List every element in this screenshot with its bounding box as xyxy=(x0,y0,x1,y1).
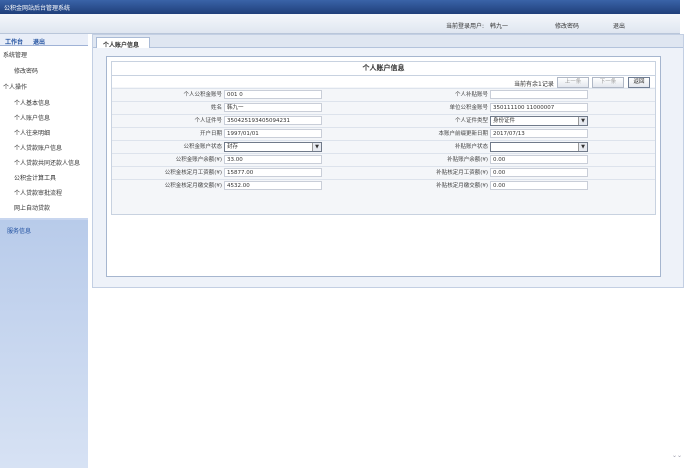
back-button[interactable]: 返回 xyxy=(628,77,650,88)
logout-link[interactable]: 退出 xyxy=(613,21,625,30)
main-panel: 个人账户信息 当前有余1记录 上一条 下一条 返回 个人公积金账号 001 0 … xyxy=(106,56,661,277)
field-label: 个人补贴账号 xyxy=(454,92,488,98)
sidebar: 工作台 退出 系统管理 修改密码 个人操作 个人基本信息 个人账户信息 个人往来… xyxy=(0,34,88,468)
sidebar-item-system[interactable]: 系统管理 xyxy=(3,50,27,59)
top-bar: 当前登录用户: 韩九一 修改密码 退出 xyxy=(0,14,680,34)
form-row: 公积金账户状态 封存 ▼ 补贴账户状态 ▼ xyxy=(112,140,655,153)
form-row: 个人公积金账号 001 0 个人补贴账号 xyxy=(112,88,655,101)
name-field[interactable]: 韩九一 xyxy=(224,103,322,112)
id-type-value: 身份证件 xyxy=(493,118,516,124)
app-title: 公积金网站后台管理系统 xyxy=(4,5,71,12)
field-label: 补贴核定月缴交额(¥) xyxy=(436,183,488,189)
form-row: 公积金核定月工资额(¥) 15877.00 补贴核定月工资额(¥) 0.00 xyxy=(112,166,655,179)
workbench-link[interactable]: 工作台 xyxy=(5,37,23,46)
field-label: 个人公积金账号 xyxy=(183,92,222,98)
field-label: 个人证件号 xyxy=(194,118,222,124)
fund-status-value: 封存 xyxy=(227,144,239,150)
sidebar-item-loan-account[interactable]: 个人贷款账户信息 xyxy=(14,143,62,152)
record-nav: 当前有余1记录 上一条 下一条 返回 xyxy=(112,76,655,88)
subsidy-monthly-wage-field[interactable]: 0.00 xyxy=(490,168,588,177)
sidebar-item-loan-approval[interactable]: 个人贷款审批流程 xyxy=(14,188,62,197)
sidebar-item-transactions[interactable]: 个人往来明细 xyxy=(14,128,50,137)
field-label: 补贴账户状态 xyxy=(454,144,488,150)
id-type-select[interactable]: 身份证件 ▼ xyxy=(490,116,588,126)
sidebar-logout-link[interactable]: 退出 xyxy=(33,37,45,46)
account-info-form: 个人账户信息 当前有余1记录 上一条 下一条 返回 个人公积金账号 001 0 … xyxy=(111,61,656,215)
sidebar-item-personal[interactable]: 个人操作 xyxy=(3,82,27,91)
id-number-field[interactable]: 350425193405094231 xyxy=(224,116,322,125)
prev-button[interactable]: 上一条 xyxy=(557,77,589,88)
window-titlebar: 公积金网站后台管理系统 xyxy=(0,0,680,14)
sidebar-item-account-info[interactable]: 个人账户信息 xyxy=(14,113,50,122)
form-row: 个人证件号 350425193405094231 个人证件类型 身份证件 ▼ xyxy=(112,114,655,127)
subsidy-monthly-payment-field[interactable]: 0.00 xyxy=(490,181,588,190)
tab-label: 个人账户信息 xyxy=(103,42,140,49)
field-label: 单位公积金账号 xyxy=(449,105,488,111)
field-label: 公积金账户状态 xyxy=(183,144,222,150)
field-label: 补贴账户余额(¥) xyxy=(447,157,488,163)
change-password-link[interactable]: 修改密码 xyxy=(555,21,579,30)
sidebar-item-basic-info[interactable]: 个人基本信息 xyxy=(14,98,50,107)
field-label: 开户日期 xyxy=(199,131,222,137)
chevron-down-icon[interactable]: ⌄⌄ xyxy=(672,452,682,459)
sidebar-item-co-borrower[interactable]: 个人贷款共同还款人信息 xyxy=(14,158,80,167)
field-label: 公积金账户余额(¥) xyxy=(175,157,222,163)
fund-monthly-wage-field[interactable]: 15877.00 xyxy=(224,168,322,177)
form-row: 开户日期 1997/01/01 本账户前缀更新日期 2017/07/13 xyxy=(112,127,655,140)
field-label: 姓名 xyxy=(210,105,222,111)
fund-monthly-payment-field[interactable]: 4532.00 xyxy=(224,181,322,190)
update-date-field[interactable]: 2017/07/13 xyxy=(490,129,588,138)
sidebar-footer: 服务信息 xyxy=(0,220,88,468)
form-title: 个人账户信息 xyxy=(112,62,655,76)
next-button[interactable]: 下一条 xyxy=(592,77,624,88)
fund-status-select[interactable]: 封存 ▼ xyxy=(224,142,322,152)
tab-account-info[interactable]: 个人账户信息 xyxy=(96,37,150,49)
chevron-down-icon: ▼ xyxy=(578,143,587,151)
form-row: 公积金账户余额(¥) 33.00 补贴账户余额(¥) 0.00 xyxy=(112,153,655,166)
sidebar-header: 工作台 退出 xyxy=(0,34,88,46)
service-info-link[interactable]: 服务信息 xyxy=(7,226,31,235)
field-label: 本账户前缀更新日期 xyxy=(438,131,488,137)
subsidy-balance-field[interactable]: 0.00 xyxy=(490,155,588,164)
sidebar-item-online-loan[interactable]: 网上自动贷款 xyxy=(14,203,50,212)
open-date-field[interactable]: 1997/01/01 xyxy=(224,129,322,138)
current-user-name: 韩九一 xyxy=(490,23,509,30)
sidebar-item-change-pw[interactable]: 修改密码 xyxy=(14,66,38,75)
unit-account-no-field[interactable]: 350111100 11000007 xyxy=(490,103,588,112)
current-user-label: 当前登录用户: xyxy=(446,23,485,30)
personal-account-no-field[interactable]: 001 0 xyxy=(224,90,322,99)
chevron-down-icon: ▼ xyxy=(578,117,587,125)
sidebar-item-calculator[interactable]: 公积金计算工具 xyxy=(14,173,56,182)
tab-bar: 个人账户信息 xyxy=(93,35,683,49)
sidebar-menu: 系统管理 修改密码 个人操作 个人基本信息 个人账户信息 个人往来明细 个人贷款… xyxy=(0,46,88,218)
field-label: 补贴核定月工资额(¥) xyxy=(436,170,488,176)
chevron-down-icon: ▼ xyxy=(312,143,321,151)
field-label: 公积金核定月工资额(¥) xyxy=(164,170,222,176)
field-label: 公积金核定月缴交额(¥) xyxy=(164,183,222,189)
field-label: 个人证件类型 xyxy=(454,118,488,124)
form-row: 公积金核定月缴交额(¥) 4532.00 补贴核定月缴交额(¥) 0.00 xyxy=(112,179,655,192)
subsidy-account-no-field[interactable] xyxy=(490,90,588,99)
subsidy-status-select[interactable]: ▼ xyxy=(490,142,588,152)
form-row: 姓名 韩九一 单位公积金账号 350111100 11000007 xyxy=(112,101,655,114)
content-area: 个人账户信息 个人账户信息 当前有余1记录 上一条 下一条 返回 个人公积金账号… xyxy=(92,34,684,288)
fund-balance-field[interactable]: 33.00 xyxy=(224,155,322,164)
record-count: 当前有余1记录 xyxy=(514,81,554,88)
